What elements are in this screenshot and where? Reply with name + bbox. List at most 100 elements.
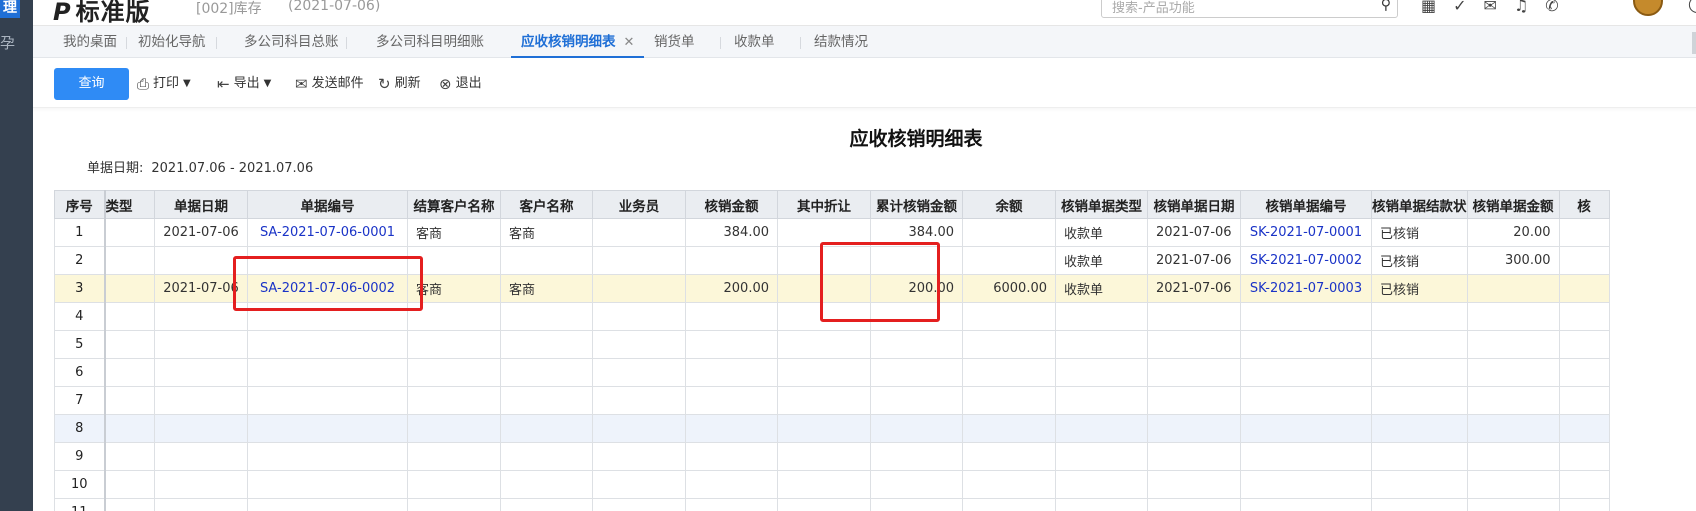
cell-doc-number[interactable] (247, 442, 408, 471)
tab-sales-order[interactable]: 销货单 (654, 26, 695, 58)
column-header-writeoff-doc-date[interactable]: 核销单据日期 (1147, 190, 1241, 219)
column-header-cumulative-writeoff[interactable]: 累计核销金额 (870, 190, 963, 219)
send-mail-button[interactable]: ✉ 发送邮件 (295, 72, 364, 96)
search-icon[interactable]: ⚲ (1381, 0, 1391, 13)
sidebar-nav-item[interactable]: 孕 (0, 32, 15, 53)
tab-receivable-writeoff-detail[interactable]: 应收核销明细表 ✕ (511, 26, 645, 58)
column-header-more[interactable]: 核 (1558, 190, 1610, 219)
close-icon[interactable]: ✕ (624, 35, 635, 50)
cell-writeoff-amount (685, 498, 778, 511)
phone-icon[interactable]: ✆ (1545, 0, 1558, 15)
table-row[interactable]: 11 (54, 498, 1610, 511)
annotation-box-doc-number (233, 256, 423, 311)
cell-writeoff-doc-number[interactable] (1240, 302, 1372, 331)
column-header-writeoff-status[interactable]: 核销单据结款状 (1371, 190, 1468, 219)
table-row[interactable]: 7 (54, 386, 1610, 415)
cell-writeoff-doc-number[interactable] (1240, 442, 1372, 471)
cell-writeoff-doc-type (1055, 442, 1148, 471)
column-header-settle-customer[interactable]: 结算客户名称 (407, 190, 501, 219)
cell-doc-number[interactable] (247, 330, 408, 359)
tab-init-nav[interactable]: 初始化导航 (138, 26, 206, 58)
cell-writeoff-status: 已核销 (1371, 246, 1468, 275)
cell-doc-number[interactable]: SA-2021-07-06-0001 (247, 218, 408, 247)
cell-doc-date (154, 386, 248, 415)
cell-doc-number[interactable] (247, 498, 408, 511)
cell-writeoff-doc-number[interactable] (1240, 470, 1372, 499)
cell-doc-number[interactable] (247, 414, 408, 443)
column-header-type[interactable]: 类型 (104, 190, 155, 219)
calculator-icon[interactable]: ▦ (1421, 0, 1436, 15)
column-header-writeoff-doc-type[interactable]: 核销单据类型 (1055, 190, 1148, 219)
table-row[interactable]: 5 (54, 330, 1610, 359)
tab-settlement[interactable]: 结款情况 (814, 26, 868, 58)
column-header-customer[interactable]: 客户名称 (500, 190, 593, 219)
cell-balance (962, 386, 1056, 415)
table-row[interactable]: 6 (54, 358, 1610, 387)
column-header-doc-date[interactable]: 单据日期 (154, 190, 248, 219)
cell-settle-customer (407, 330, 501, 359)
cell-doc-date (154, 358, 248, 387)
cell-writeoff-doc-type (1055, 414, 1148, 443)
table-row[interactable]: 8 (54, 414, 1610, 443)
tab-desktop[interactable]: 我的桌面 (63, 26, 117, 58)
product-search-input[interactable]: 搜索-产品功能 ⚲ (1101, 0, 1398, 18)
app-brand: P 标准版 (53, 0, 151, 27)
column-header-seq[interactable]: 序号 (54, 190, 106, 219)
message-icon[interactable]: ✉ (1484, 0, 1497, 15)
table-row[interactable]: 10 (54, 470, 1610, 499)
cell-balance (962, 358, 1056, 387)
cell-doc-number[interactable] (247, 386, 408, 415)
column-header-doc-number[interactable]: 单据编号 (247, 190, 408, 219)
tabs-scroll-handle[interactable] (1692, 32, 1696, 54)
tab-divider (216, 37, 217, 49)
cell-seq: 5 (54, 330, 106, 359)
cell-type (104, 218, 155, 247)
cell-writeoff-doc-number[interactable]: SK-2021-07-0002 (1240, 246, 1372, 275)
cell-writeoff-doc-number[interactable] (1240, 386, 1372, 415)
avatar[interactable] (1633, 0, 1663, 16)
cell-writeoff-doc-number[interactable] (1240, 498, 1372, 511)
column-header-discount[interactable]: 其中折让 (777, 190, 871, 219)
cell-writeoff-doc-type (1055, 358, 1148, 387)
column-header-writeoff-amount[interactable]: 核销金额 (685, 190, 778, 219)
cell-writeoff-status (1371, 302, 1468, 331)
cell-writeoff-amount (685, 358, 778, 387)
column-header-writeoff-doc-amount[interactable]: 核销单据金额 (1466, 190, 1560, 219)
cell-writeoff-doc-amount (1466, 498, 1560, 511)
send-mail-label: 发送邮件 (311, 76, 364, 91)
cell-writeoff-doc-number[interactable]: SK-2021-07-0001 (1240, 218, 1372, 247)
account-set-label: [002]库存 (196, 1, 262, 17)
more-icon[interactable]: ◯ (1688, 0, 1696, 13)
tab-receipt[interactable]: 收款单 (734, 26, 775, 58)
cell-writeoff-amount (685, 470, 778, 499)
task-list-icon[interactable]: ✓ (1453, 0, 1466, 15)
cell-writeoff-doc-type (1055, 386, 1148, 415)
query-button[interactable]: 查询 (54, 68, 129, 100)
tab-label: 应收核销明细表 (521, 34, 616, 50)
cell-customer (500, 386, 593, 415)
cell-cumulative-writeoff (870, 330, 963, 359)
cell-writeoff-doc-number[interactable] (1240, 330, 1372, 359)
cell-writeoff-doc-number[interactable] (1240, 358, 1372, 387)
column-header-writeoff-doc-number[interactable]: 核销单据编号 (1240, 190, 1372, 219)
column-header-balance[interactable]: 余额 (962, 190, 1056, 219)
cell-type (104, 386, 155, 415)
tab-multi-company-detail[interactable]: 多公司科目明细账 (376, 26, 484, 58)
column-header-salesperson[interactable]: 业务员 (592, 190, 686, 219)
cell-salesperson (592, 246, 686, 275)
print-button[interactable]: ⎙ 打印 ▼ (137, 72, 191, 96)
cell-doc-number[interactable] (247, 358, 408, 387)
tab-multi-company-ledger[interactable]: 多公司科目总账 (244, 26, 339, 58)
export-button[interactable]: ⇤ 导出 ▼ (217, 72, 271, 96)
cell-doc-date (154, 442, 248, 471)
export-label: 导出 (233, 76, 260, 91)
bell-icon[interactable]: ♫ (1514, 0, 1528, 15)
cell-writeoff-doc-number[interactable]: SK-2021-07-0003 (1240, 274, 1372, 303)
refresh-button[interactable]: ↻ 刷新 (378, 72, 421, 96)
exit-button[interactable]: ⊗ 退出 (439, 72, 482, 96)
cell-doc-number[interactable] (247, 470, 408, 499)
table-row[interactable]: 9 (54, 442, 1610, 471)
cell-writeoff-doc-type: 收款单 (1055, 274, 1148, 303)
cell-writeoff-doc-number[interactable] (1240, 414, 1372, 443)
cell-more (1558, 302, 1610, 331)
